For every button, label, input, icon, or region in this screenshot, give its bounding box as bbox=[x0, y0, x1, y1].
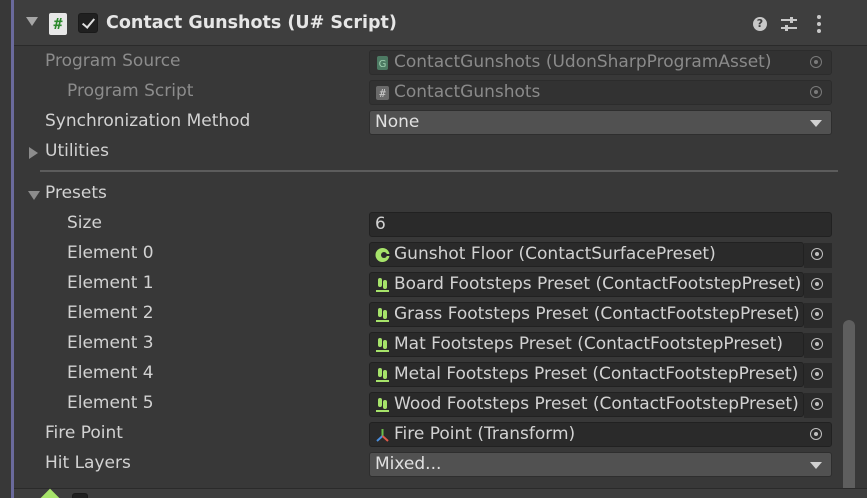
presets-size-input[interactable]: 6 bbox=[369, 212, 832, 237]
program-source-label: Program Source bbox=[45, 51, 181, 71]
presets-foldout[interactable]: Presets bbox=[0, 179, 867, 209]
hit-layers-label: Hit Layers bbox=[45, 453, 131, 473]
preset-element-field[interactable]: Grass Footsteps Preset (ContactFootstepP… bbox=[369, 302, 804, 327]
preset-element-field[interactable]: Wood Footsteps Preset (ContactFootstepPr… bbox=[369, 392, 804, 417]
component-header[interactable]: # Contact Gunshots (U# Script) ? bbox=[14, 0, 867, 46]
preset-element-label: Element 4 bbox=[67, 363, 154, 383]
program-script-field: # ContactGunshots bbox=[369, 80, 832, 105]
preset-element-row: Element 5 Wood Footsteps Preset (Contact… bbox=[0, 389, 867, 419]
fire-point-value: Fire Point (Transform) bbox=[394, 424, 576, 444]
csharp-script-icon: # bbox=[376, 86, 389, 100]
object-picker-icon[interactable] bbox=[803, 423, 831, 446]
chevron-down-icon bbox=[810, 120, 822, 127]
hit-layers-value: Mixed... bbox=[375, 454, 442, 474]
presets-size-label: Size bbox=[67, 213, 102, 233]
preset-element-row: Element 0 Gunshot Floor (ContactSurfaceP… bbox=[0, 239, 867, 269]
fire-point-label: Fire Point bbox=[45, 423, 123, 443]
preset-element-value: Board Footsteps Preset (ContactFootstepP… bbox=[394, 274, 802, 294]
csharp-script-icon: # bbox=[49, 13, 67, 35]
preset-element-value: Grass Footsteps Preset (ContactFootstepP… bbox=[394, 304, 800, 324]
contact-footstep-preset-icon bbox=[376, 398, 389, 412]
udon-program-asset-icon: G bbox=[377, 56, 388, 70]
transform-icon bbox=[376, 429, 389, 442]
svg-text:#: # bbox=[379, 87, 386, 100]
presets-label[interactable]: Presets bbox=[45, 183, 107, 203]
preset-element-label: Element 2 bbox=[67, 303, 154, 323]
sync-method-label: Synchronization Method bbox=[45, 111, 251, 131]
component-enabled-checkbox[interactable] bbox=[72, 493, 88, 498]
presets-icon[interactable] bbox=[781, 17, 797, 31]
contact-footstep-preset-icon bbox=[376, 368, 389, 382]
help-icon[interactable]: ? bbox=[753, 17, 767, 31]
object-picker-icon[interactable] bbox=[804, 363, 832, 388]
object-picker-icon[interactable] bbox=[804, 333, 832, 358]
contact-footstep-preset-icon bbox=[376, 308, 389, 322]
preset-element-row: Element 1 Board Footsteps Preset (Contac… bbox=[0, 269, 867, 299]
utilities-foldout[interactable]: Utilities bbox=[0, 137, 867, 167]
chevron-right-icon[interactable] bbox=[29, 147, 38, 159]
preset-element-value: Metal Footsteps Preset (ContactFootstepP… bbox=[394, 364, 799, 384]
preset-element-label: Element 5 bbox=[67, 393, 154, 413]
object-picker-icon[interactable] bbox=[804, 303, 832, 328]
preset-element-value: Mat Footsteps Preset (ContactFootstepPre… bbox=[394, 334, 784, 354]
object-picker-icon[interactable] bbox=[804, 393, 832, 418]
preset-element-label: Element 0 bbox=[67, 243, 154, 263]
program-script-row: Program Script # ContactGunshots bbox=[0, 77, 867, 107]
presets-size-value: 6 bbox=[375, 214, 386, 234]
chevron-down-icon[interactable] bbox=[28, 191, 40, 200]
udon-behaviour-icon bbox=[38, 488, 62, 498]
preset-element-row: Element 3 Mat Footsteps Preset (ContactF… bbox=[0, 329, 867, 359]
program-source-field: G ContactGunshots (UdonSharpProgramAsset… bbox=[369, 50, 832, 75]
object-picker-icon bbox=[803, 81, 831, 104]
preset-element-row: Element 4 Metal Footsteps Preset (Contac… bbox=[0, 359, 867, 389]
contact-footstep-preset-icon bbox=[376, 338, 389, 352]
next-component-header[interactable] bbox=[14, 488, 867, 498]
sync-method-value: None bbox=[375, 112, 420, 132]
preset-element-label: Element 3 bbox=[67, 333, 154, 353]
hit-layers-row: Hit Layers Mixed... bbox=[0, 449, 867, 479]
fire-point-field[interactable]: Fire Point (Transform) bbox=[369, 422, 832, 447]
object-picker-icon bbox=[803, 51, 831, 74]
chevron-down-icon bbox=[810, 462, 822, 469]
preset-element-label: Element 1 bbox=[67, 273, 154, 293]
fire-point-row: Fire Point Fire Point (Transform) bbox=[0, 419, 867, 449]
sync-method-row: Synchronization Method None bbox=[0, 107, 867, 137]
program-source-value: ContactGunshots (UdonSharpProgramAsset) bbox=[394, 52, 772, 72]
program-source-row: Program Source G ContactGunshots (UdonSh… bbox=[0, 47, 867, 77]
utilities-label[interactable]: Utilities bbox=[45, 141, 109, 161]
object-picker-icon[interactable] bbox=[804, 243, 832, 268]
section-divider bbox=[40, 170, 838, 172]
sync-method-dropdown[interactable]: None bbox=[369, 110, 832, 135]
preset-element-value: Gunshot Floor (ContactSurfacePreset) bbox=[394, 244, 716, 264]
chevron-down-icon[interactable] bbox=[26, 17, 38, 26]
component-title: Contact Gunshots (U# Script) bbox=[106, 13, 397, 33]
kebab-menu-icon[interactable] bbox=[817, 15, 821, 33]
contact-footstep-preset-icon bbox=[376, 278, 389, 292]
program-script-label: Program Script bbox=[67, 81, 194, 101]
preset-element-field[interactable]: Mat Footsteps Preset (ContactFootstepPre… bbox=[369, 332, 804, 357]
preset-element-field[interactable]: Gunshot Floor (ContactSurfacePreset) bbox=[369, 242, 804, 267]
component-enabled-checkbox[interactable] bbox=[78, 13, 98, 33]
preset-element-row: Element 2 Grass Footsteps Preset (Contac… bbox=[0, 299, 867, 329]
inspector-scrollbar[interactable] bbox=[843, 320, 855, 498]
contact-surface-preset-icon bbox=[375, 248, 390, 262]
preset-element-field[interactable]: Metal Footsteps Preset (ContactFootstepP… bbox=[369, 362, 804, 387]
presets-size-row: Size 6 bbox=[0, 209, 867, 239]
preset-element-value: Wood Footsteps Preset (ContactFootstepPr… bbox=[394, 394, 799, 414]
object-picker-icon[interactable] bbox=[804, 273, 832, 298]
svg-text:G: G bbox=[379, 59, 387, 70]
preset-element-field[interactable]: Board Footsteps Preset (ContactFootstepP… bbox=[369, 272, 804, 297]
program-script-value: ContactGunshots bbox=[394, 82, 541, 102]
hit-layers-dropdown[interactable]: Mixed... bbox=[369, 452, 832, 477]
